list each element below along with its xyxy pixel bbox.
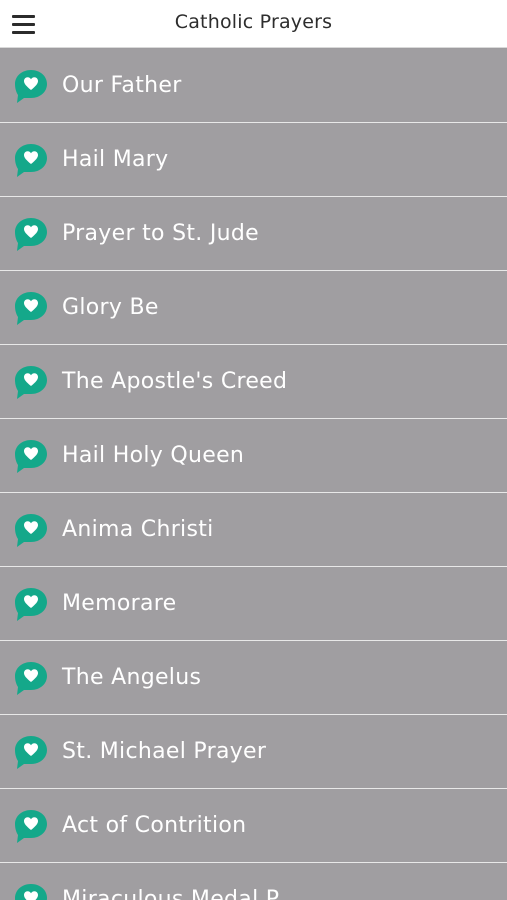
heart-speech-bubble-icon: [15, 143, 47, 177]
list-item-label: St. Michael Prayer: [62, 739, 267, 764]
list-item[interactable]: Glory Be: [0, 271, 507, 345]
app-screen: Catholic Prayers Our Father Hail Mary Pray…: [0, 0, 507, 900]
list-item-label: Act of Contrition: [62, 813, 247, 838]
list-item[interactable]: Prayer to St. Jude: [0, 197, 507, 271]
page-title: Catholic Prayers: [174, 11, 333, 33]
list-item[interactable]: Act of Contrition: [0, 789, 507, 863]
list-item[interactable]: The Angelus: [0, 641, 507, 715]
list-item[interactable]: Our Father: [0, 49, 507, 123]
list-item-label: Our Father: [62, 73, 182, 98]
heart-speech-bubble-icon: [15, 69, 47, 103]
prayer-list: Our Father Hail Mary Prayer to St. Jude Glo…: [0, 49, 507, 900]
list-item-label: Hail Holy Queen: [62, 443, 245, 468]
list-item-label: Glory Be: [62, 295, 159, 320]
list-item[interactable]: Anima Christi: [0, 493, 507, 567]
list-item[interactable]: The Apostle's Creed: [0, 345, 507, 419]
list-item-label: Miraculous Medal P: [62, 887, 280, 900]
heart-speech-bubble-icon: [15, 365, 47, 399]
list-item[interactable]: St. Michael Prayer: [0, 715, 507, 789]
list-item-label: Anima Christi: [62, 517, 214, 542]
top-bar: Catholic Prayers: [0, 0, 507, 48]
heart-speech-bubble-icon: [15, 883, 47, 900]
list-item[interactable]: Miraculous Medal P: [0, 863, 507, 900]
heart-speech-bubble-icon: [15, 439, 47, 473]
list-item-label: Memorare: [62, 591, 177, 616]
heart-speech-bubble-icon: [15, 661, 47, 695]
heart-speech-bubble-icon: [15, 735, 47, 769]
list-item[interactable]: Hail Mary: [0, 123, 507, 197]
list-item[interactable]: Memorare: [0, 567, 507, 641]
heart-speech-bubble-icon: [15, 587, 47, 621]
list-item-label: The Apostle's Creed: [62, 369, 288, 394]
heart-speech-bubble-icon: [15, 291, 47, 325]
list-item[interactable]: Hail Holy Queen: [0, 419, 507, 493]
heart-speech-bubble-icon: [15, 809, 47, 843]
list-item-label: The Angelus: [62, 665, 202, 690]
list-item-label: Prayer to St. Jude: [62, 221, 259, 246]
list-item-label: Hail Mary: [62, 147, 169, 172]
heart-speech-bubble-icon: [15, 513, 47, 547]
heart-speech-bubble-icon: [15, 217, 47, 251]
